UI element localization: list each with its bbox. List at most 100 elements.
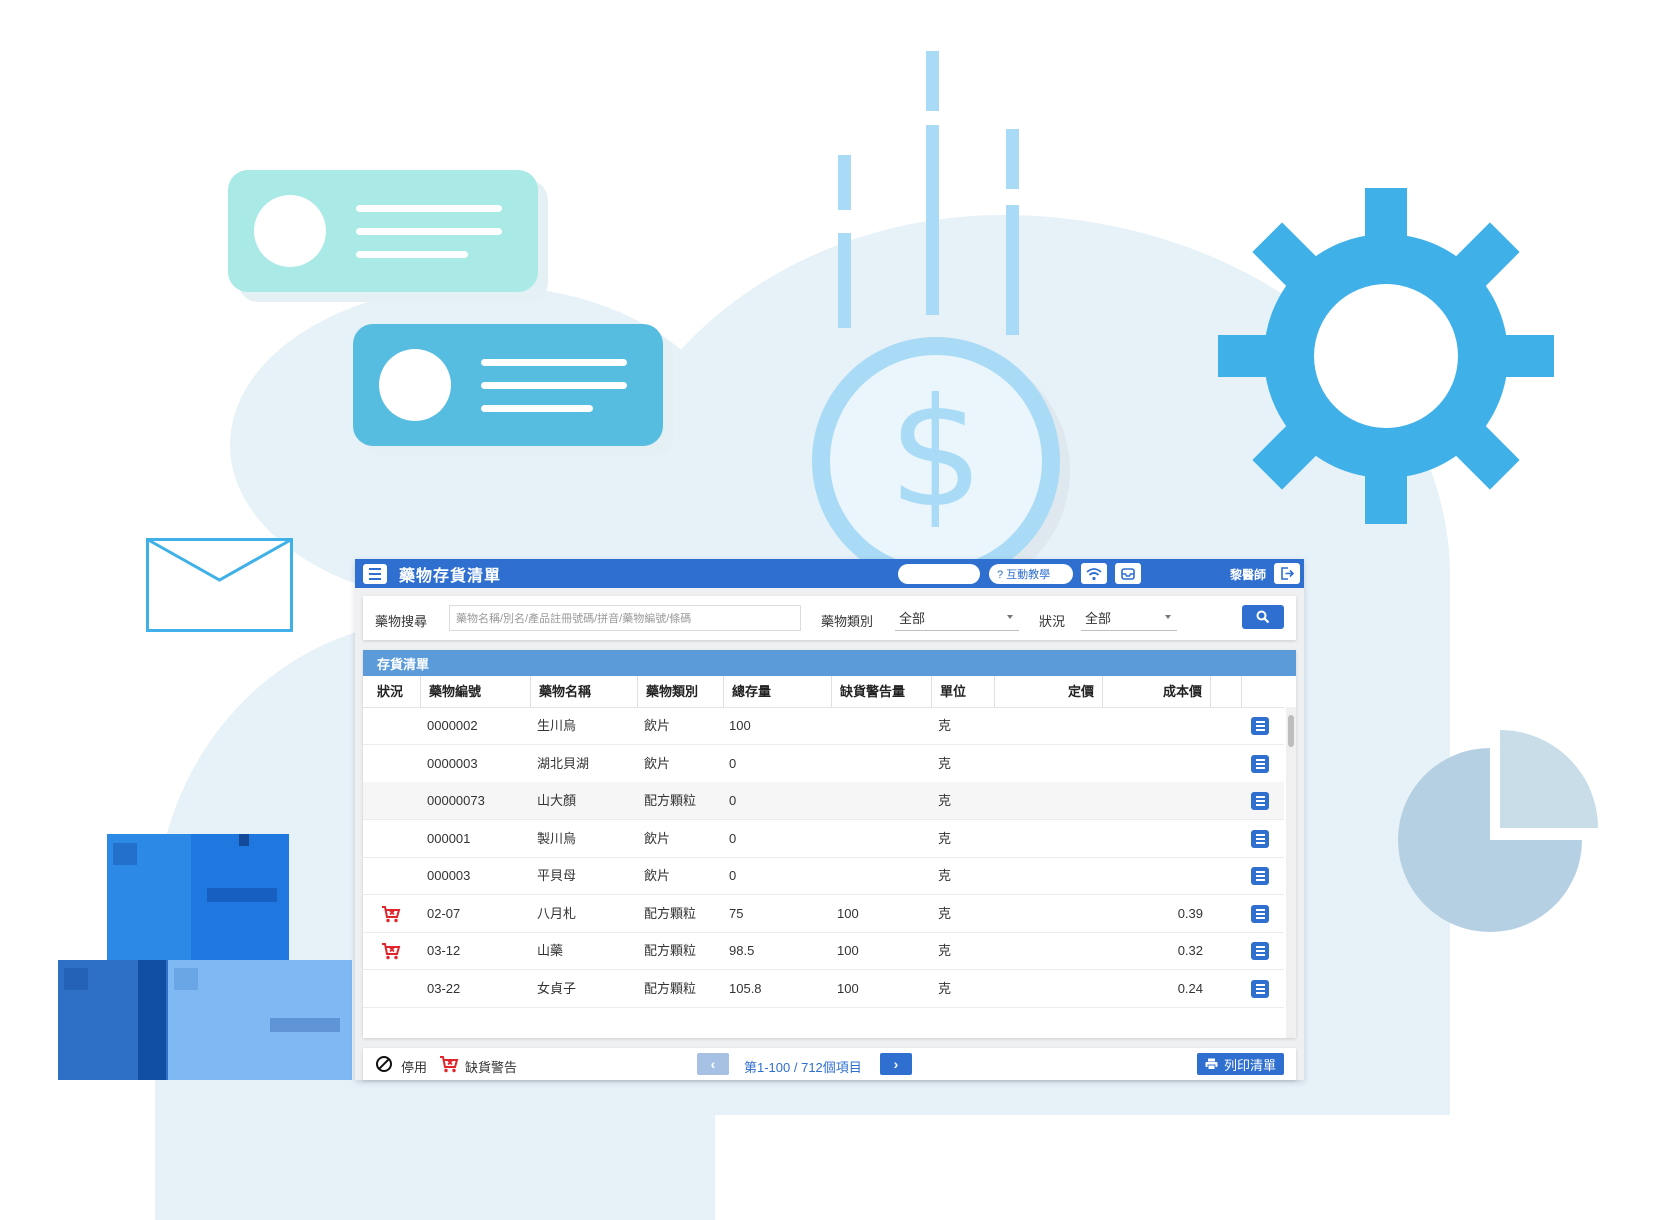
logout-button[interactable]	[1274, 563, 1300, 584]
cell-unit: 克	[938, 905, 952, 921]
table-scrollbar[interactable]	[1286, 707, 1296, 1038]
cell-stock: 0	[729, 868, 737, 883]
cell-name: 平貝母	[537, 868, 577, 883]
chevron-right-icon: ›	[893, 1056, 899, 1072]
chevron-left-icon: ‹	[710, 1056, 716, 1072]
detail-icon[interactable]	[1251, 979, 1269, 998]
category-label: 藥物類別	[821, 614, 874, 629]
table-row[interactable]: 0000002 生川烏 飲片 100 克	[363, 707, 1284, 745]
detail-icon[interactable]	[1251, 942, 1269, 960]
table-row[interactable]: 03-12 山藥 配方顆粒 98.5 100 克 0.32	[363, 932, 1284, 970]
table-scrollbar-thumb[interactable]	[1288, 715, 1294, 747]
cell-code: 03-22	[427, 980, 461, 996]
previous-page-button[interactable]: ‹	[697, 1053, 729, 1075]
cell-unit: 克	[938, 755, 952, 771]
hidden-pill-button[interactable]	[898, 564, 980, 584]
cell-cost	[1103, 745, 1203, 783]
column-header-status[interactable]: 狀況	[363, 676, 421, 707]
cell-cost	[1103, 707, 1203, 745]
cell-price	[995, 745, 1095, 783]
drug-search-input[interactable]: 藥物名稱/別名/產品註冊號碼/拼音/藥物編號/條碼	[449, 605, 801, 631]
cart-warning-icon	[440, 1056, 459, 1073]
svg-text:$: $	[888, 367, 983, 541]
app-window: 藥物存貨清單 ? 互動教學 黎醫師 藥物搜尋 藥物名稱/別名/產品註冊號碼/拼音…	[355, 559, 1304, 1080]
next-page-button[interactable]: ›	[880, 1053, 912, 1075]
table-row[interactable]: 03-22 女貞子 配方顆粒 105.8 100 克 0.24	[363, 970, 1284, 1008]
status-label: 狀況	[1039, 614, 1066, 629]
cell-unit: 克	[938, 718, 952, 733]
cell-code: 000003	[427, 868, 471, 883]
cell-code: 000001	[427, 830, 471, 846]
logout-icon	[1281, 567, 1294, 580]
cell-stock: 75	[729, 905, 744, 921]
detail-icon[interactable]	[1251, 754, 1269, 773]
status-select[interactable]: 全部	[1081, 605, 1177, 631]
cell-alert: 100	[837, 980, 859, 996]
cell-stock: 0	[729, 830, 737, 846]
cell-unit: 克	[938, 943, 952, 958]
cell-code: 03-12	[427, 943, 461, 958]
tutorial-button[interactable]: ? 互動教學	[989, 564, 1073, 584]
category-select[interactable]: 全部	[895, 605, 1019, 631]
cell-code: 0000002	[427, 718, 478, 733]
search-button[interactable]	[1242, 605, 1284, 629]
cell-price	[995, 932, 1095, 970]
column-header-category[interactable]: 藥物類別	[638, 676, 724, 707]
column-header-price[interactable]: 定價	[995, 676, 1103, 707]
cell-category: 配方顆粒	[644, 793, 697, 808]
cell-unit: 克	[938, 868, 952, 883]
cell-code: 0000003	[427, 755, 478, 771]
column-header-unit[interactable]: 單位	[932, 676, 995, 707]
avatar-placeholder-icon	[254, 195, 326, 267]
print-list-button[interactable]: 列印清單	[1196, 1053, 1284, 1075]
table-row[interactable]: 0000003 湖北貝湖 飲片 0 克	[363, 745, 1284, 783]
column-header-stock[interactable]: 總存量	[724, 676, 832, 707]
table-row[interactable]: 00000073 山大顏 配方顆粒 0 克	[363, 782, 1284, 820]
cell-code: 00000073	[427, 793, 485, 808]
cell-stock: 100	[729, 718, 751, 733]
table-footer: 停用 缺貨警告 ‹ 第1-100 / 712個項目 › 列印清單	[363, 1048, 1296, 1080]
detail-icon[interactable]	[1251, 867, 1269, 885]
cell-category: 配方顆粒	[644, 905, 697, 921]
detail-icon[interactable]	[1251, 829, 1269, 848]
wifi-status-button[interactable]	[1081, 563, 1107, 584]
cell-stock: 98.5	[729, 943, 755, 958]
title-bar: 藥物存貨清單 ? 互動教學 黎醫師	[355, 559, 1304, 588]
envelope-icon	[146, 538, 293, 632]
menu-icon[interactable]	[363, 563, 387, 584]
chevron-down-icon	[1007, 615, 1013, 619]
cell-price	[995, 895, 1095, 933]
table-row[interactable]: 000003 平貝母 飲片 0 克	[363, 857, 1284, 895]
table-row[interactable]: 000001 製川烏 飲片 0 克	[363, 820, 1284, 858]
disabled-icon	[376, 1056, 392, 1072]
cell-alert: 100	[837, 905, 859, 921]
column-header-name[interactable]: 藥物名稱	[531, 676, 638, 707]
inventory-panel: 存貨清單 狀況 藥物編號 藥物名稱 藥物類別 總存量 缺貨警告量 單位 定價 成…	[363, 650, 1296, 1038]
cell-name: 女貞子	[537, 980, 577, 996]
column-header-cost[interactable]: 成本價	[1103, 676, 1211, 707]
cell-name: 湖北貝湖	[537, 755, 590, 771]
cell-stock: 0	[729, 755, 737, 771]
search-icon	[1256, 610, 1270, 624]
cell-category: 飲片	[644, 830, 671, 846]
cell-unit: 克	[938, 793, 952, 808]
pagination-text: 第1-100 / 712個項目	[744, 1060, 862, 1075]
cell-alert	[837, 707, 937, 745]
table-header: 狀況 藥物編號 藥物名稱 藥物類別 總存量 缺貨警告量 單位 定價 成本價	[363, 676, 1284, 708]
cell-alert	[837, 857, 937, 895]
inbox-button[interactable]	[1115, 563, 1141, 584]
cell-name: 製川烏	[537, 830, 577, 846]
wifi-icon	[1086, 567, 1102, 580]
detail-icon[interactable]	[1251, 904, 1269, 923]
detail-icon[interactable]	[1251, 792, 1269, 810]
column-header-code[interactable]: 藥物編號	[421, 676, 531, 707]
cart-warning-icon	[382, 905, 401, 922]
cell-cost: 0.24	[1177, 980, 1203, 996]
detail-icon[interactable]	[1251, 717, 1269, 735]
text-lines-icon	[481, 358, 627, 412]
cell-alert	[837, 745, 937, 783]
column-header-alert[interactable]: 缺貨警告量	[832, 676, 932, 707]
table-row[interactable]: 02-07 八月札 配方顆粒 75 100 克 0.39	[363, 895, 1284, 933]
cell-stock: 105.8	[729, 980, 762, 996]
user-name: 黎醫師	[1229, 568, 1266, 582]
